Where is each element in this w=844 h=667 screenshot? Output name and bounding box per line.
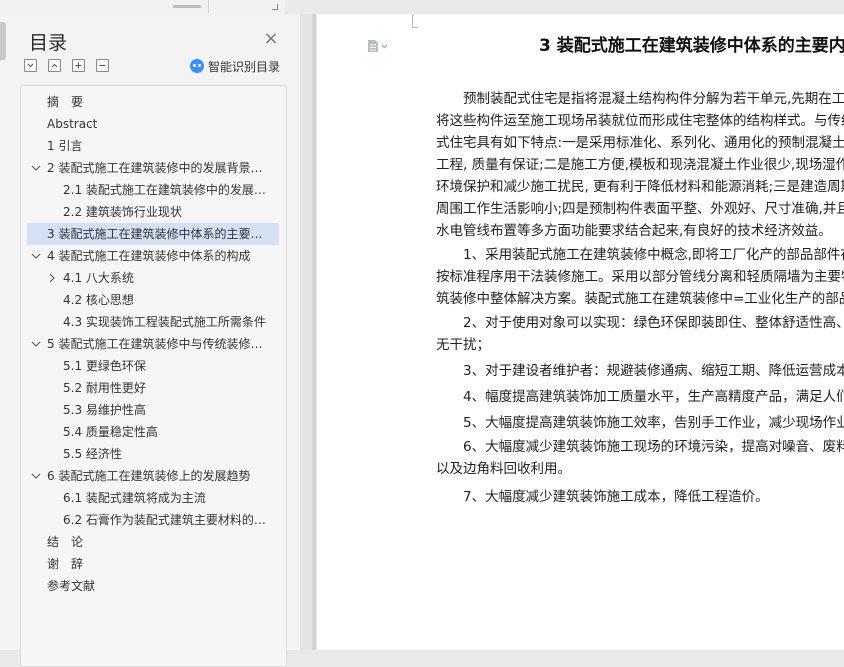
paragraph-line: 环境保护和减少施工扰民, 更有利于降低材料和能源消耗;三是建造周期短,受气候条件 bbox=[436, 179, 844, 195]
chevron-down-icon[interactable] bbox=[29, 245, 43, 267]
toc-item-label: 3 装配式施工在建筑装修中体系的主要内容 bbox=[47, 227, 269, 241]
paragraph-line: 4、幅度提高建筑装饰加工质量水平，生产高精度产品，满足人们对品质生活的追求； bbox=[462, 389, 844, 405]
nav-pane-header-strip bbox=[0, 0, 285, 15]
toc-item-label: 4 装配式施工在建筑装修中体系的构成 bbox=[47, 249, 251, 263]
smart-toc-button[interactable]: 智能识别目录 bbox=[190, 58, 280, 75]
toc-item[interactable]: 2.2 建筑装饰行业现状 bbox=[27, 201, 279, 223]
toc-item[interactable]: 6 装配式施工在建筑装修上的发展趋势 bbox=[27, 465, 279, 487]
toc-item-label: 谢 辞 bbox=[47, 557, 84, 571]
collapse-all-icon[interactable] bbox=[24, 59, 37, 72]
paragraph-line: 以及边角料回收利用。 bbox=[436, 461, 571, 477]
toc-item-label: 参考文献 bbox=[47, 579, 96, 593]
paragraph-line: 周围工作生活影响小;四是预制构件表面平整、外观好、尺寸准确,并且能将保温、隔热、 bbox=[436, 201, 844, 217]
toc-item[interactable]: 4.2 核心思想 bbox=[27, 289, 279, 311]
paragraph-line: 7、大幅度减少建筑装饰施工成本，降低工程造价。 bbox=[436, 489, 769, 505]
document-heading: 3 装配式施工在建筑装修中体系的主要内容 bbox=[539, 36, 844, 56]
toc-item[interactable]: 3 装配式施工在建筑装修中体系的主要内容 bbox=[27, 223, 279, 245]
toc-item[interactable]: 4.3 实现装饰工程装配式施工所需条件 bbox=[27, 311, 279, 333]
toc-item-label: 5 装配式施工在建筑装修中与传统装修的对比 bbox=[47, 337, 269, 351]
toc-item[interactable]: 2 装配式施工在建筑装修中的发展背景及现状 bbox=[27, 157, 279, 179]
toc-item-label: 结 论 bbox=[47, 535, 84, 549]
toc-item-label: 6 装配式施工在建筑装修上的发展趋势 bbox=[47, 469, 251, 483]
toc-item[interactable]: 2.1 装配式施工在建筑装修中的发展背景 bbox=[27, 179, 279, 201]
pane-splitter[interactable] bbox=[300, 14, 316, 650]
toc-item-label: 摘 要 bbox=[47, 95, 84, 109]
toc-navigation-pane: 目录 × 智能识别目录 摘 要 Abstract 1 引言 2 装配式施工在建筑装修中… bbox=[0, 14, 300, 667]
toc-item-label: 5.5 经济性 bbox=[63, 447, 122, 461]
smart-toc-label: 智能识别目录 bbox=[208, 60, 281, 74]
toc-item[interactable]: 摘 要 bbox=[27, 91, 279, 113]
toc-item-label: 2.1 装配式施工在建筑装修中的发展背景 bbox=[63, 183, 269, 197]
toc-item[interactable]: 6.1 装配式建筑将成为主流 bbox=[27, 487, 279, 509]
toc-item[interactable]: 4.1 八大系统 bbox=[27, 267, 279, 289]
toc-item-label: 2.2 建筑装饰行业现状 bbox=[63, 205, 182, 219]
toc-item[interactable]: Abstract bbox=[27, 113, 279, 135]
toc-item-label: 6.2 石膏作为装配式建筑主要材料的发展 bbox=[63, 513, 269, 527]
remove-heading-icon[interactable] bbox=[96, 59, 109, 72]
paragraph-line: 按标准程序用干法装修施工。采用以部分管线分离和轻质隔墙为主要特征的装配式装修, bbox=[436, 269, 844, 285]
pane-edge-grip[interactable] bbox=[0, 22, 6, 60]
paragraph-line: 将这些构件运至施工现场吊装就位而形成住宅整体的结构样式。与传统现浇住宅相比,装配 bbox=[436, 113, 844, 129]
chevron-right-icon[interactable] bbox=[45, 267, 59, 289]
chevron-down-icon[interactable] bbox=[29, 333, 43, 355]
toc-item-label: 5.2 耐用性更好 bbox=[63, 381, 146, 395]
paragraph-line: 水电管线布置等多方面功能要求结合起来,有良好的技术经济效益。 bbox=[436, 223, 832, 239]
toc-item[interactable]: 1 引言 bbox=[27, 135, 279, 157]
paragraph-line: 无干扰； bbox=[436, 337, 490, 353]
paragraph-line: 3、对于建设者维护者：规避装修通病、缩短工期、降低运营成本； bbox=[436, 363, 844, 379]
paragraph-line: 1、采用装配式施工在建筑装修中概念,即将工厂化产的部品部件在现场进行组合安装, bbox=[462, 247, 844, 263]
expand-all-icon[interactable] bbox=[48, 59, 61, 72]
toc-item-label: 4.1 八大系统 bbox=[63, 271, 134, 285]
paragraph-line: 工程, 质量有保证;二是施工方便,模板和现浇混凝土作业很少,现场湿作业大大减少,… bbox=[436, 157, 844, 173]
paragraph-line: 式住宅具有如下特点:一是采用标准化、系列化、通用化的预制混凝土构件,施工速度快 bbox=[436, 135, 844, 151]
toc-pane-title: 目录 bbox=[29, 32, 68, 54]
crop-mark bbox=[413, 27, 418, 28]
panel-corner-icon bbox=[272, 4, 278, 10]
paragraph-line: 预制装配式住宅是指将混凝土结构构件分解为若干单元,先期在工厂预制,然后 bbox=[462, 91, 844, 107]
paragraph-line: 2、对于使用对象可以实现：绿色环保即装即住、整体舒适性高、维修翻新便捷,对邻 bbox=[462, 315, 844, 331]
chevron-down-icon[interactable] bbox=[29, 157, 43, 179]
toc-tree: 摘 要 Abstract 1 引言 2 装配式施工在建筑装修中的发展背景及现状 2.1 … bbox=[20, 85, 287, 667]
toc-item[interactable]: 5 装配式施工在建筑装修中与传统装修的对比 bbox=[27, 333, 279, 355]
toolbar-divider bbox=[208, 0, 209, 13]
chevron-down-icon[interactable] bbox=[29, 465, 43, 487]
toc-item-label: 6.1 装配式建筑将成为主流 bbox=[63, 491, 206, 505]
paragraph-line: 6、大幅度减少建筑装饰施工现场的环境污染，提高对噪音、废料和粉尘的控制， bbox=[462, 439, 844, 455]
toc-item[interactable]: 结 论 bbox=[27, 531, 279, 553]
add-heading-icon[interactable] bbox=[72, 59, 85, 72]
toc-item-label: 2 装配式施工在建筑装修中的发展背景及现状 bbox=[47, 161, 269, 175]
toc-item[interactable]: 5.4 质量稳定性高 bbox=[27, 421, 279, 443]
toc-item[interactable]: 5.3 易维护性高 bbox=[27, 399, 279, 421]
toc-item-label: 4.2 核心思想 bbox=[63, 293, 134, 307]
document-page: 3 装配式施工在建筑装修中体系的主要内容 预制装配式住宅是指将混凝土结构构件分解… bbox=[317, 14, 844, 650]
toc-item[interactable]: 5.5 经济性 bbox=[27, 443, 279, 465]
toc-item-label: 4.3 实现装饰工程装配式施工所需条件 bbox=[63, 315, 266, 329]
toc-item[interactable]: 5.1 更绿色环保 bbox=[27, 355, 279, 377]
toc-item-label: Abstract bbox=[47, 117, 98, 131]
toc-item[interactable]: 5.2 耐用性更好 bbox=[27, 377, 279, 399]
crop-mark bbox=[412, 14, 413, 28]
paragraph-marker-icon[interactable] bbox=[367, 38, 389, 54]
paragraph-line: 5、大幅度提高建筑装饰施工效率，告别手工作业，减少现场作业人员； bbox=[462, 415, 844, 431]
toc-item-label: 5.4 质量稳定性高 bbox=[63, 425, 158, 439]
toc-item[interactable]: 参考文献 bbox=[27, 575, 279, 597]
page-shadow bbox=[312, 14, 316, 650]
toc-item-label: 1 引言 bbox=[47, 139, 83, 153]
paragraph-line: 筑装修中整体解决方案。装配式施工在建筑装修中=工业化生产的部品部件+装配化施工 bbox=[436, 291, 844, 307]
top-toolbar-strip bbox=[0, 0, 844, 15]
toc-item[interactable]: 谢 辞 bbox=[27, 553, 279, 575]
toc-item-label: 5.3 易维护性高 bbox=[63, 403, 146, 417]
toc-item-label: 5.1 更绿色环保 bbox=[63, 359, 146, 373]
toc-item[interactable]: 4 装配式施工在建筑装修中体系的构成 bbox=[27, 245, 279, 267]
ai-robot-icon bbox=[190, 59, 204, 73]
toc-item[interactable]: 6.2 石膏作为装配式建筑主要材料的发展 bbox=[27, 509, 279, 531]
close-icon[interactable]: × bbox=[262, 30, 280, 48]
resize-grip[interactable] bbox=[173, 5, 201, 8]
